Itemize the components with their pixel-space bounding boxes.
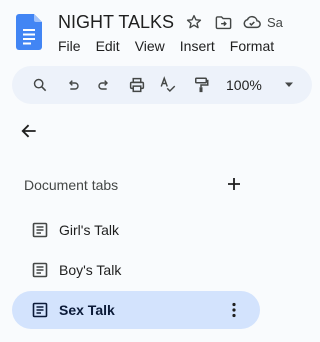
tab-girls-talk[interactable]: Girl's Talk: [12, 211, 260, 249]
print-icon[interactable]: [127, 75, 147, 95]
paint-format-icon[interactable]: [191, 75, 211, 95]
menu-file[interactable]: File: [58, 37, 81, 55]
spelling-check-icon[interactable]: [158, 75, 178, 95]
save-status: Sa: [267, 14, 283, 30]
chevron-down-icon[interactable]: [284, 82, 294, 88]
menu-edit[interactable]: Edit: [96, 37, 120, 55]
document-icon: [32, 222, 48, 238]
search-icon[interactable]: [30, 75, 50, 95]
document-tabs-heading: Document tabs: [24, 177, 119, 193]
arrow-back-icon[interactable]: [18, 120, 40, 142]
undo-icon[interactable]: [63, 75, 83, 95]
toolbar: 100%: [12, 66, 312, 104]
redo-icon[interactable]: [94, 75, 114, 95]
tab-label: Boy's Talk: [59, 262, 122, 278]
document-title[interactable]: NIGHT TALKS: [58, 10, 174, 34]
more-vert-icon[interactable]: [224, 300, 244, 320]
document-icon: [32, 262, 48, 278]
google-docs-icon[interactable]: [16, 14, 42, 50]
zoom-select[interactable]: 100%: [226, 76, 262, 94]
tab-label: Sex Talk: [59, 302, 115, 318]
menu-format[interactable]: Format: [230, 37, 274, 55]
menu-view[interactable]: View: [135, 37, 165, 55]
move-to-folder-icon[interactable]: [213, 12, 233, 32]
star-icon[interactable]: [184, 12, 204, 32]
cloud-saved-icon[interactable]: [242, 12, 262, 32]
document-icon: [32, 302, 48, 318]
tab-label: Girl's Talk: [59, 222, 119, 238]
tab-boys-talk[interactable]: Boy's Talk: [12, 251, 260, 289]
menu-insert[interactable]: Insert: [180, 37, 215, 55]
plus-icon[interactable]: [224, 174, 244, 194]
tab-sex-talk[interactable]: Sex Talk: [12, 291, 260, 329]
